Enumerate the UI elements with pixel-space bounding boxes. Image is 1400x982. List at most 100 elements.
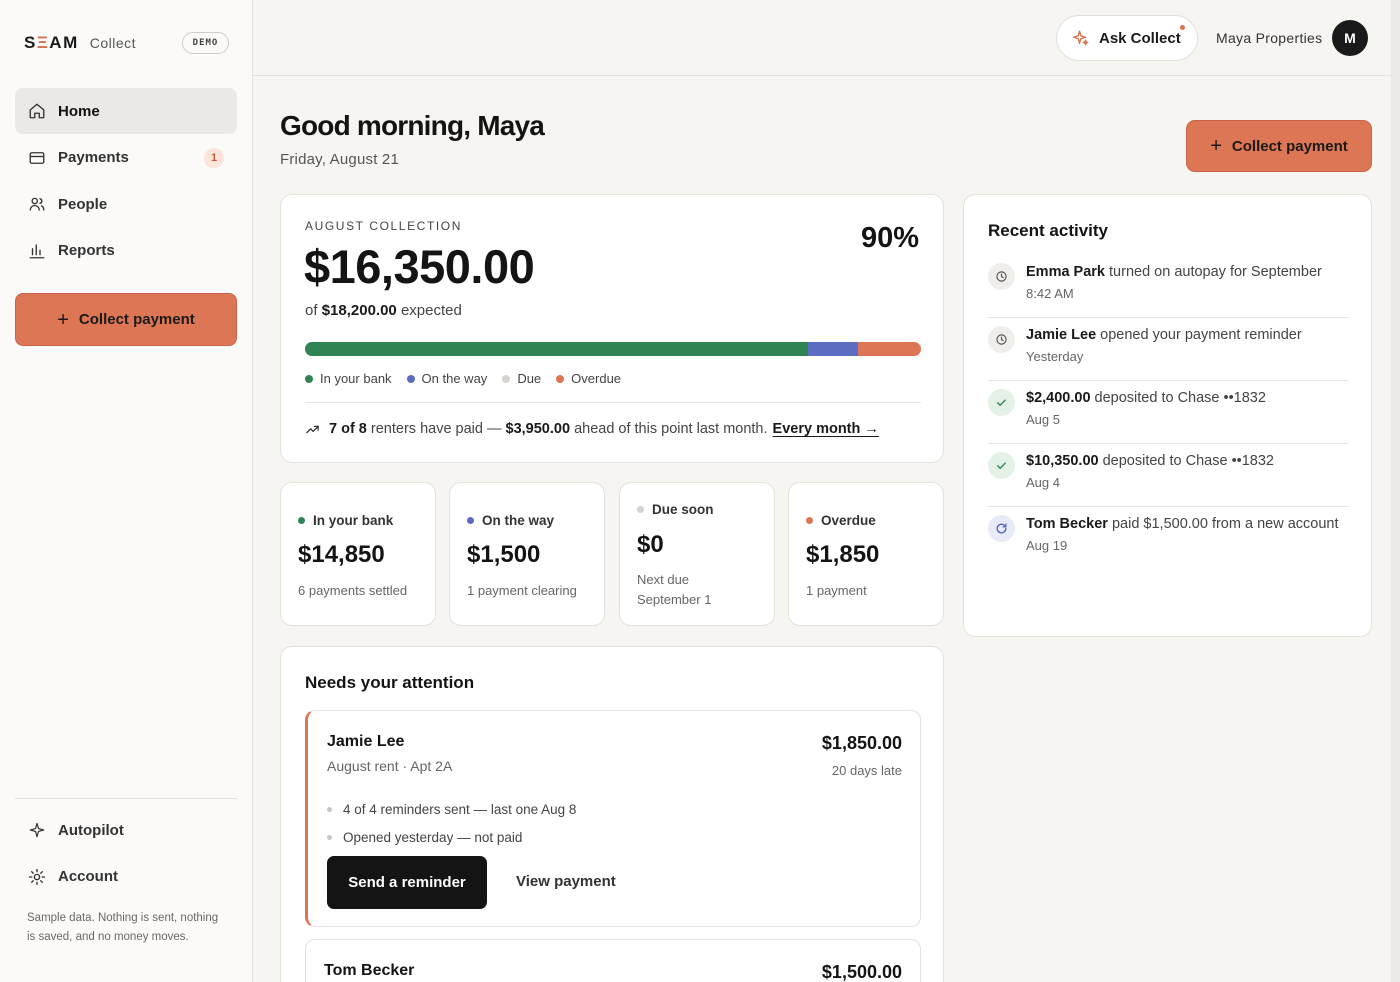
needs-attention-card: Needs your attention Jamie Lee August re… xyxy=(280,646,944,982)
trend-up-icon xyxy=(305,422,320,437)
main-nav: Home Payments 1 People Reports xyxy=(15,88,237,274)
stat-card-due-soon[interactable]: Due soon $0 Next due September 1 xyxy=(619,482,775,626)
refresh-icon xyxy=(988,515,1015,542)
sidebar-item-label: Reports xyxy=(58,242,115,259)
organization-name[interactable]: Maya Properties xyxy=(1216,30,1322,46)
progress-segment-overdue xyxy=(858,342,921,356)
legend-dot xyxy=(502,374,511,383)
sparkle-icon xyxy=(1072,29,1090,47)
payment-amount: $1,500.00 xyxy=(821,962,902,982)
stat-value: $14,850 xyxy=(298,541,385,568)
section-title: Recent activity xyxy=(988,221,1108,240)
stat-caption: 1 payment clearing xyxy=(467,583,577,598)
stat-value: $0 xyxy=(637,531,664,558)
sidebar-item-label: Account xyxy=(58,868,118,885)
collection-eyebrow: AUGUST COLLECTION xyxy=(305,219,463,233)
people-icon xyxy=(28,195,46,213)
late-status: 20 days late xyxy=(831,763,902,778)
sparkle-icon xyxy=(28,821,46,839)
collection-progress-bar xyxy=(305,342,921,356)
status-dot xyxy=(467,517,474,524)
secondary-nav: Autopilot Account xyxy=(15,807,237,900)
collect-payment-button[interactable]: + Collect payment xyxy=(1186,120,1372,172)
stat-value: $1,500 xyxy=(467,541,541,568)
legend-item: On the way xyxy=(406,371,487,386)
collection-summary-card: AUGUST COLLECTION $16,350.00 90% of $18,… xyxy=(280,194,944,463)
avatar[interactable]: M xyxy=(1332,20,1368,56)
page-scrollbar[interactable] xyxy=(1391,0,1400,982)
activity-text: $10,350.00 deposited to Chase ••1832 xyxy=(1026,453,1274,469)
renter-name: Jamie Lee xyxy=(327,733,405,750)
brand-logo: SΞAM xyxy=(24,33,79,52)
sidebar: SΞAM Collect DEMO Home Payments 1 People xyxy=(0,0,253,982)
activity-item[interactable]: $2,400.00 deposited to Chase ••1832 Aug 5 xyxy=(988,381,1349,444)
send-reminder-button[interactable]: Send a reminder xyxy=(327,856,487,909)
sample-data-note: Sample data. Nothing is sent, nothing is… xyxy=(27,912,219,943)
plus-icon: + xyxy=(57,308,69,331)
brand[interactable]: SΞAM Collect xyxy=(24,33,136,53)
sidebar-collect-payment-button[interactable]: + Collect payment xyxy=(15,293,237,346)
detail-bullet: Opened yesterday — not paid xyxy=(327,823,576,851)
sidebar-divider xyxy=(15,798,237,799)
page-title: Good morning, Maya xyxy=(280,110,545,141)
status-dot xyxy=(806,517,813,524)
progress-segment-way xyxy=(807,342,859,356)
activity-text: Jamie Lee opened your payment reminder xyxy=(1026,327,1302,343)
top-bar: Ask Collect Maya Properties M xyxy=(253,0,1400,76)
home-icon xyxy=(28,102,46,120)
demo-badge: DEMO xyxy=(182,32,229,54)
clock-icon xyxy=(988,326,1015,353)
legend-dot xyxy=(406,374,415,383)
brand-subtitle: Collect xyxy=(89,35,137,51)
activity-time: Aug 4 xyxy=(1026,475,1060,490)
detail-bullet: 4 of 4 reminders sent — last one Aug 8 xyxy=(327,795,576,823)
activity-time: Aug 19 xyxy=(1026,538,1068,553)
activity-item[interactable]: Emma Park turned on autopay for Septembe… xyxy=(988,255,1349,318)
sidebar-item-label: Payments xyxy=(58,149,129,166)
attention-item: Jamie Lee August rent · Apt 2A $1,850.00… xyxy=(305,710,921,927)
sidebar-item-payments[interactable]: Payments 1 xyxy=(15,135,237,181)
sidebar-item-autopilot[interactable]: Autopilot xyxy=(15,807,237,853)
collected-percent: 90% xyxy=(860,222,919,254)
every-month-link[interactable]: Every month → xyxy=(773,421,879,437)
stat-card-overdue[interactable]: Overdue $1,850 1 payment xyxy=(788,482,944,626)
clock-icon xyxy=(988,263,1015,290)
sidebar-item-account[interactable]: Account xyxy=(15,854,237,900)
sidebar-item-people[interactable]: People xyxy=(15,181,237,227)
notification-dot xyxy=(1180,25,1185,30)
activity-time: 8:42 AM xyxy=(1026,286,1074,301)
view-payment-button[interactable]: View payment xyxy=(516,873,616,890)
activity-text: Tom Becker paid $1,500.00 from a new acc… xyxy=(1026,516,1339,532)
payment-description: August rent · Apt 2A xyxy=(327,758,453,774)
activity-text: Emma Park turned on autopay for Septembe… xyxy=(1026,264,1322,280)
check-icon xyxy=(988,389,1015,416)
sidebar-item-reports[interactable]: Reports xyxy=(15,228,237,274)
activity-item[interactable]: $10,350.00 deposited to Chase ••1832 Aug … xyxy=(988,444,1349,507)
bar-chart-icon xyxy=(28,242,46,260)
card-icon xyxy=(28,149,46,167)
legend-item: Overdue xyxy=(556,371,621,386)
comparison-text: 7 of 8 renters have paid — $3,950.00 ahe… xyxy=(305,421,879,437)
ask-collect-button[interactable]: Ask Collect xyxy=(1056,15,1198,61)
sidebar-item-label: Autopilot xyxy=(58,821,124,839)
summary-divider xyxy=(305,402,921,403)
stat-caption: 6 payments settled xyxy=(298,583,408,598)
status-dot xyxy=(637,506,644,513)
activity-item[interactable]: Jamie Lee opened your payment reminder Ye… xyxy=(988,318,1349,381)
stat-value: $1,850 xyxy=(806,541,880,568)
collected-amount: $16,350.00 xyxy=(304,240,535,293)
gear-icon xyxy=(28,868,46,886)
activity-item[interactable]: Tom Becker paid $1,500.00 from a new acc… xyxy=(988,507,1349,569)
legend-item: In your bank xyxy=(305,371,392,386)
stat-card-on-the-way[interactable]: On the way $1,500 1 payment clearing xyxy=(449,482,605,626)
check-icon xyxy=(988,452,1015,479)
status-dot xyxy=(298,517,305,524)
progress-segment-bank xyxy=(305,342,808,356)
sidebar-item-label: People xyxy=(58,195,108,213)
payment-amount: $1,850.00 xyxy=(821,733,902,753)
activity-time: Yesterday xyxy=(1026,349,1084,364)
sidebar-item-label: Home xyxy=(58,102,100,120)
legend-dot xyxy=(305,374,313,383)
stat-card-in-bank[interactable]: In your bank $14,850 6 payments settled xyxy=(280,482,436,626)
sidebar-item-home[interactable]: Home xyxy=(15,88,237,134)
